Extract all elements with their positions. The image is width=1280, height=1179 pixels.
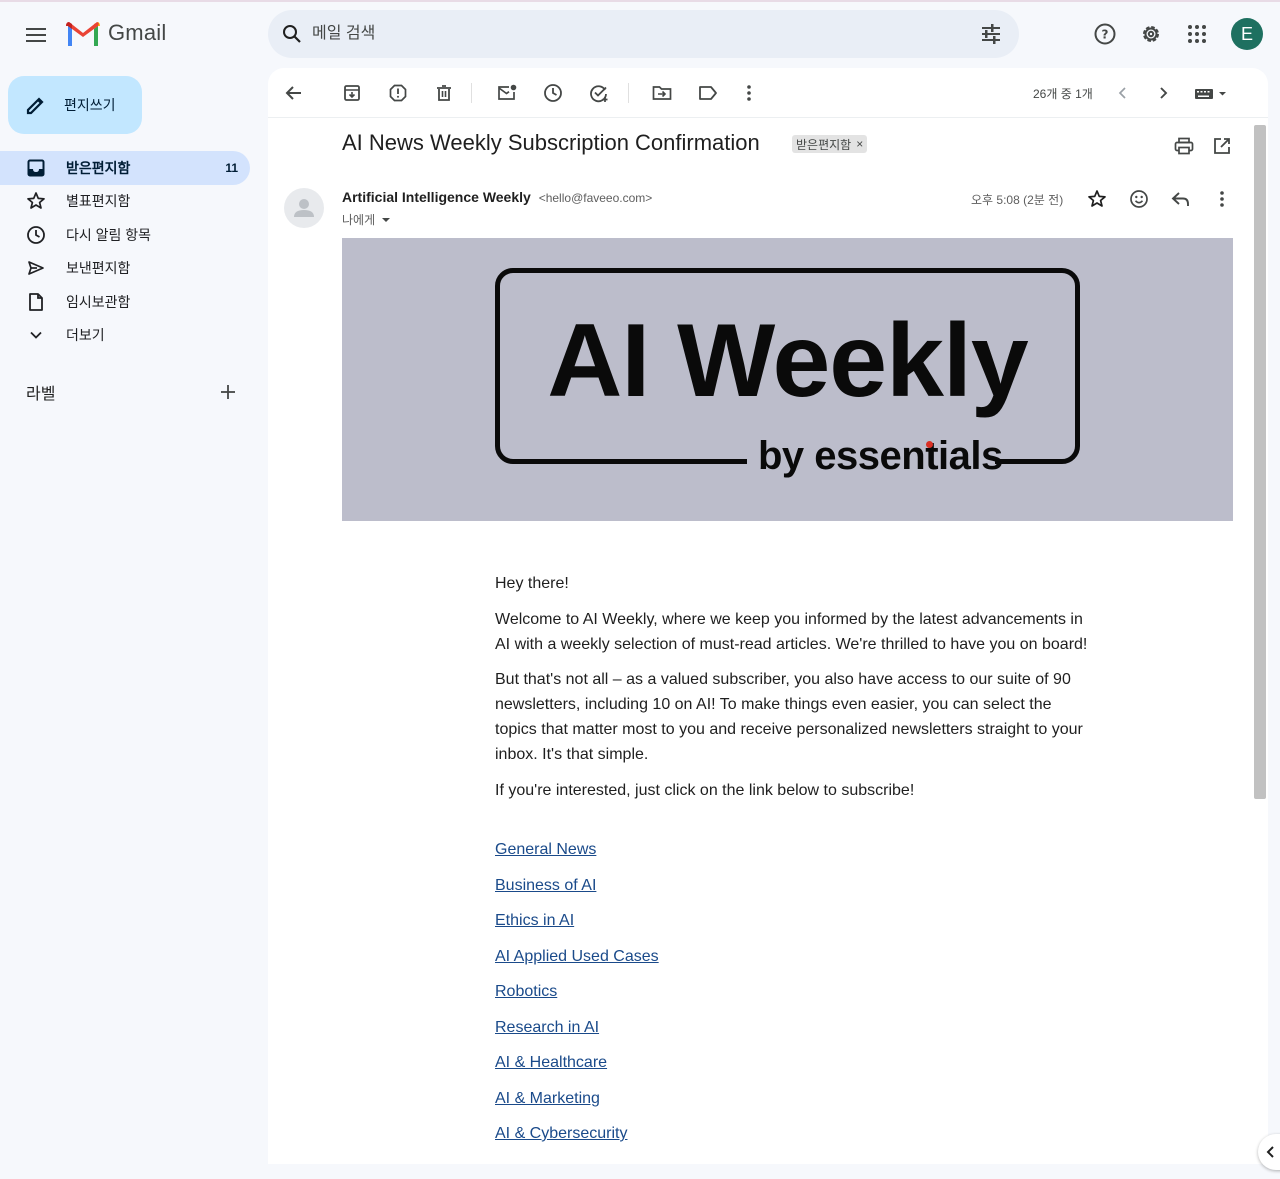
body-paragraph: If you're interested, just click on the … [495, 781, 915, 799]
topic-link[interactable]: AI & Healthcare [495, 1052, 895, 1088]
search-options-icon[interactable] [979, 22, 1003, 51]
message-more-options-icon[interactable] [1210, 187, 1234, 211]
topic-link[interactable]: Business of AI [495, 875, 895, 911]
report-spam-icon[interactable] [386, 81, 410, 105]
svg-text:?: ? [1102, 28, 1109, 42]
gmail-m-icon [66, 22, 100, 46]
sidebar-item-inbox[interactable]: 받은편지함 11 [0, 151, 250, 185]
compose-label: 편지쓰기 [64, 97, 116, 113]
sidebar-item-label: 보낸편지함 [66, 260, 131, 277]
labels-heading: 라벨 [26, 386, 56, 403]
sidebar-item-label: 다시 알림 항목 [66, 226, 152, 243]
sender-line: Artificial Intelligence Weekly <hello@fa… [342, 189, 652, 205]
search-input[interactable] [312, 22, 912, 46]
sidebar-nav: 받은편지함 11 별표편지함 다시 알림 항목 보낸편지함 임시보관함 더보기 [0, 151, 256, 352]
move-to-folder-icon[interactable] [650, 81, 674, 105]
received-time: 오후 5:08 (2분 전) [971, 193, 1064, 207]
vertical-scrollbar[interactable] [1254, 125, 1266, 799]
reply-arrow-icon[interactable] [1169, 187, 1193, 211]
chevron-left-icon [1266, 1146, 1274, 1158]
inbox-label-badge[interactable]: 받은편지함 × [792, 135, 868, 153]
add-task-icon[interactable] [587, 81, 611, 105]
toolbar-divider [628, 83, 629, 103]
label-badge-text: 받은편지함 [796, 137, 852, 152]
settings-gear-icon[interactable] [1135, 18, 1167, 50]
sidebar-item-drafts[interactable]: 임시보관함 [0, 285, 250, 319]
labels-section: 라벨 [26, 380, 246, 404]
message-view: 26개 중 1개 AI News Weekly Subscription Con… [268, 68, 1268, 1164]
sidebar-item-snoozed[interactable]: 다시 알림 항목 [0, 218, 250, 252]
print-icon[interactable] [1172, 134, 1196, 158]
banner-subtitle: by essentials [758, 434, 1003, 478]
add-label-plus-icon[interactable] [216, 380, 240, 404]
chevron-down-icon [26, 325, 46, 345]
topic-link[interactable]: General News [495, 839, 895, 875]
pagination-text: 26개 중 1개 [1033, 87, 1093, 101]
star-icon[interactable] [1085, 187, 1109, 211]
banner-red-dot [926, 441, 933, 448]
sender-name[interactable]: Artificial Intelligence Weekly [342, 189, 531, 205]
apps-grid-icon[interactable] [1181, 18, 1213, 50]
sidebar-item-sent[interactable]: 보낸편지함 [0, 252, 250, 286]
topic-link[interactable]: AI Applied Used Cases [495, 946, 895, 982]
topic-link[interactable]: AI & Marketing [495, 1088, 895, 1124]
emoji-reaction-icon[interactable] [1127, 187, 1151, 211]
newsletter-banner: AI Weekly by essentials [342, 238, 1233, 521]
banner-title: AI Weekly [547, 303, 1028, 419]
sidebar-item-label: 더보기 [66, 327, 105, 344]
gmail-logo[interactable]: Gmail [66, 20, 166, 46]
topic-link[interactable]: Ethics in AI [495, 910, 895, 946]
app-name: Gmail [108, 20, 167, 45]
topic-links: General News Business of AI Ethics in AI… [495, 839, 895, 1159]
sidebar-item-starred[interactable]: 별표편지함 [0, 185, 250, 219]
input-tools-keyboard-icon[interactable] [1192, 81, 1232, 105]
sender-avatar[interactable] [284, 188, 324, 228]
pencil-icon [26, 97, 44, 115]
prev-chevron-icon[interactable] [1111, 81, 1135, 105]
unread-count: 11 [225, 160, 238, 175]
topic-link[interactable]: Robotics [495, 981, 895, 1017]
app-header: Gmail ? E [0, 0, 1280, 68]
mark-unread-icon[interactable] [495, 81, 519, 105]
sender-email: <hello@faveeo.com> [538, 191, 653, 205]
help-icon[interactable]: ? [1089, 18, 1121, 50]
body-paragraph: But that's not all – as a valued subscri… [495, 671, 1083, 763]
snooze-clock-icon[interactable] [541, 81, 565, 105]
email-subject: AI News Weekly Subscription Confirmation [342, 130, 760, 155]
label-tag-icon[interactable] [696, 81, 720, 105]
recipient-label: 나에게 [342, 213, 376, 227]
compose-button[interactable]: 편지쓰기 [8, 76, 142, 134]
search-bar[interactable] [268, 10, 1019, 58]
message-toolbar: 26개 중 1개 [268, 68, 1268, 118]
open-in-new-window-icon[interactable] [1210, 134, 1234, 158]
send-icon [26, 258, 46, 278]
sidebar-item-label: 받은편지함 [66, 159, 131, 176]
delete-trash-icon[interactable] [432, 81, 456, 105]
sidebar-item-label: 별표편지함 [66, 193, 131, 210]
main-menu-icon[interactable] [22, 21, 50, 49]
back-arrow-icon[interactable] [282, 81, 306, 105]
email-body: Hey there! Welcome to AI Weekly, where w… [495, 571, 1095, 813]
caret-down-icon [382, 217, 391, 222]
toolbar-divider [471, 83, 472, 103]
bottom-fade [268, 1150, 1268, 1164]
remove-label-close-icon[interactable]: × [856, 137, 863, 151]
search-icon[interactable] [280, 22, 304, 51]
star-icon [26, 191, 46, 211]
more-options-icon[interactable] [737, 81, 761, 105]
person-placeholder-icon [294, 199, 314, 217]
account-avatar[interactable]: E [1231, 18, 1263, 50]
body-paragraph: Welcome to AI Weekly, where we keep you … [495, 610, 1088, 653]
inbox-icon [26, 158, 46, 178]
side-panel-toggle[interactable] [1258, 1134, 1280, 1170]
body-paragraph: Hey there! [495, 575, 569, 592]
clock-icon [26, 225, 46, 245]
topic-link[interactable]: Research in AI [495, 1017, 895, 1053]
sidebar-item-more[interactable]: 더보기 [0, 319, 250, 353]
archive-icon[interactable] [340, 81, 364, 105]
sidebar-item-label: 임시보관함 [66, 293, 131, 310]
next-chevron-icon[interactable] [1151, 81, 1175, 105]
draft-file-icon [26, 292, 46, 312]
recipient-details-toggle[interactable]: 나에게 [342, 211, 393, 228]
